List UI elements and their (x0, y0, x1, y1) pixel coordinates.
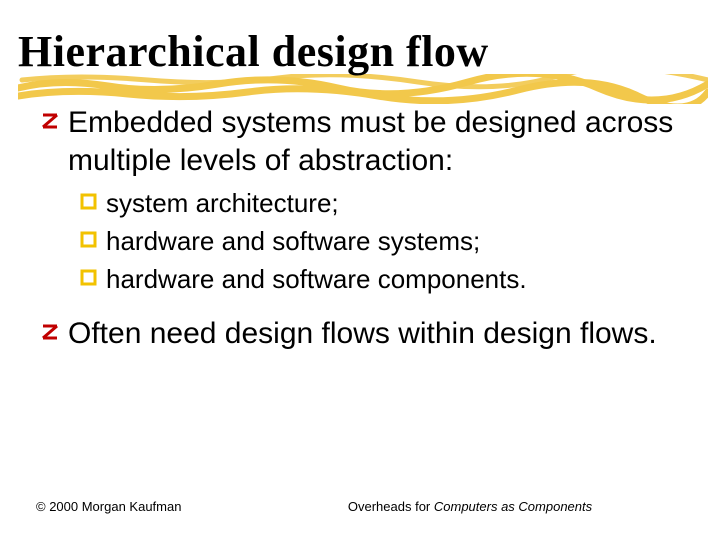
footer-center-prefix: Overheads for (348, 499, 434, 514)
z-bullet-icon (40, 110, 62, 132)
bullet-text: Embedded systems must be designed across… (68, 104, 684, 179)
bullet-text: Often need design flows within design fl… (68, 315, 657, 353)
slide: Hierarchical design flow Embedded system… (0, 0, 720, 540)
square-bullet-icon (80, 269, 98, 287)
title-underline (18, 74, 708, 104)
bullet-level2: hardware and software systems; (80, 225, 684, 259)
slide-content: Embedded systems must be designed across… (12, 104, 684, 352)
slide-footer: © 2000 Morgan Kaufman Overheads for Comp… (36, 499, 684, 516)
bullet-text: hardware and software components. (106, 263, 527, 297)
bullet-level2: system architecture; (80, 187, 684, 221)
bullet-level1: Often need design flows within design fl… (40, 315, 684, 353)
z-bullet-icon (40, 321, 62, 343)
bullet-text: system architecture; (106, 187, 339, 221)
slide-title: Hierarchical design flow (18, 28, 684, 76)
footer-copyright: © 2000 Morgan Kaufman (36, 499, 256, 516)
square-bullet-icon (80, 193, 98, 211)
bullet-text: hardware and software systems; (106, 225, 480, 259)
footer-center-italic: Computers as Components (434, 499, 592, 514)
footer-center: Overheads for Computers as Components (256, 499, 684, 516)
title-block: Hierarchical design flow (12, 28, 684, 76)
bullet-level2: hardware and software components. (80, 263, 684, 297)
sublist: system architecture; hardware and softwa… (40, 187, 684, 296)
bullet-level1: Embedded systems must be designed across… (40, 104, 684, 179)
square-bullet-icon (80, 231, 98, 249)
